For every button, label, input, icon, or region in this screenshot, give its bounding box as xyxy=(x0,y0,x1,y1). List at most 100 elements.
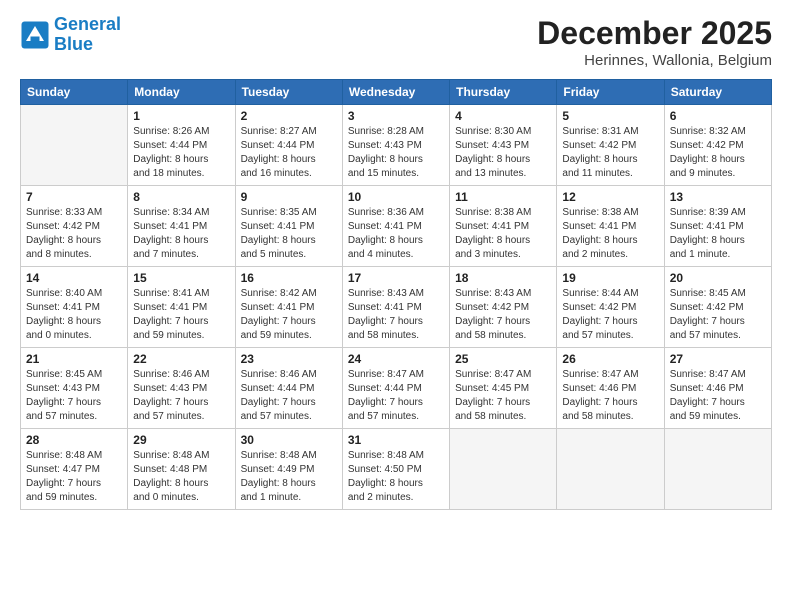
calendar-cell: 12 Sunrise: 8:38 AM Sunset: 4:41 PM Dayli… xyxy=(557,186,664,267)
day-number: 8 xyxy=(133,190,229,204)
day-number: 13 xyxy=(670,190,766,204)
calendar-cell: 7Sunrise: 8:33 AM Sunset: 4:42 PM Daylig… xyxy=(21,186,128,267)
calendar-cell: 29 Sunrise: 8:48 AM Sunset: 4:48 PM Dayli… xyxy=(128,429,235,510)
calendar-cell: 13 Sunrise: 8:39 AM Sunset: 4:41 PM Dayli… xyxy=(664,186,771,267)
calendar-cell: 25Sunrise: 8:47 AM Sunset: 4:45 PM Dayli… xyxy=(450,348,557,429)
day-info: Sunrise: 8:30 AM Sunset: 4:43 PM Dayligh… xyxy=(455,125,551,181)
day-number: 14 xyxy=(26,271,122,285)
day-number: 25 xyxy=(455,352,551,366)
day-info: Sunrise: 8:48 AM Sunset: 4:50 PM Dayligh… xyxy=(348,449,444,505)
logo-icon xyxy=(20,20,50,50)
day-info: Sunrise: 8:32 AM Sunset: 4:42 PM Dayligh… xyxy=(670,125,766,181)
day-number: 16 xyxy=(241,271,337,285)
logo-blue: Blue xyxy=(54,34,93,54)
day-info: Sunrise: 8:48 AM Sunset: 4:48 PM Dayligh… xyxy=(133,449,229,505)
page: General Blue December 2025 Herinnes, Wal… xyxy=(0,0,792,612)
logo-text: General Blue xyxy=(54,15,121,55)
day-number: 4 xyxy=(455,109,551,123)
day-info: Sunrise: 8:39 AM Sunset: 4:41 PM Dayligh… xyxy=(670,206,766,262)
day-number: 3 xyxy=(348,109,444,123)
day-info: Sunrise: 8:40 AM Sunset: 4:41 PM Dayligh… xyxy=(26,287,122,343)
calendar-cell: 16Sunrise: 8:42 AM Sunset: 4:41 PM Dayli… xyxy=(235,267,342,348)
day-number: 15 xyxy=(133,271,229,285)
day-number: 28 xyxy=(26,433,122,447)
calendar-cell: 15 Sunrise: 8:41 AM Sunset: 4:41 PM Dayli… xyxy=(128,267,235,348)
day-info: Sunrise: 8:36 AM Sunset: 4:41 PM Dayligh… xyxy=(348,206,444,262)
day-number: 18 xyxy=(455,271,551,285)
calendar-cell: 23Sunrise: 8:46 AM Sunset: 4:44 PM Dayli… xyxy=(235,348,342,429)
day-info: Sunrise: 8:47 AM Sunset: 4:46 PM Dayligh… xyxy=(670,368,766,424)
day-info: Sunrise: 8:47 AM Sunset: 4:46 PM Dayligh… xyxy=(562,368,658,424)
day-info: Sunrise: 8:48 AM Sunset: 4:49 PM Dayligh… xyxy=(241,449,337,505)
calendar-cell: 26 Sunrise: 8:47 AM Sunset: 4:46 PM Dayli… xyxy=(557,348,664,429)
calendar-cell: 1 Sunrise: 8:26 AM Sunset: 4:44 PM Daylig… xyxy=(128,105,235,186)
day-number: 11 xyxy=(455,190,551,204)
calendar-cell: 5 Sunrise: 8:31 AM Sunset: 4:42 PM Daylig… xyxy=(557,105,664,186)
calendar: SundayMondayTuesdayWednesdayThursdayFrid… xyxy=(20,79,772,510)
calendar-cell: 8Sunrise: 8:34 AM Sunset: 4:41 PM Daylig… xyxy=(128,186,235,267)
calendar-cell: 27 Sunrise: 8:47 AM Sunset: 4:46 PM Dayli… xyxy=(664,348,771,429)
day-number: 30 xyxy=(241,433,337,447)
calendar-week-row: 14 Sunrise: 8:40 AM Sunset: 4:41 PM Dayli… xyxy=(21,267,772,348)
calendar-cell: 18Sunrise: 8:43 AM Sunset: 4:42 PM Dayli… xyxy=(450,267,557,348)
weekday-header: Thursday xyxy=(450,80,557,105)
day-number: 31 xyxy=(348,433,444,447)
calendar-cell: 3 Sunrise: 8:28 AM Sunset: 4:43 PM Daylig… xyxy=(342,105,449,186)
calendar-week-row: 7Sunrise: 8:33 AM Sunset: 4:42 PM Daylig… xyxy=(21,186,772,267)
day-number: 2 xyxy=(241,109,337,123)
day-info: Sunrise: 8:28 AM Sunset: 4:43 PM Dayligh… xyxy=(348,125,444,181)
calendar-cell: 14 Sunrise: 8:40 AM Sunset: 4:41 PM Dayli… xyxy=(21,267,128,348)
calendar-cell: 31 Sunrise: 8:48 AM Sunset: 4:50 PM Dayli… xyxy=(342,429,449,510)
calendar-cell: 10 Sunrise: 8:36 AM Sunset: 4:41 PM Dayli… xyxy=(342,186,449,267)
day-number: 26 xyxy=(562,352,658,366)
weekday-header: Saturday xyxy=(664,80,771,105)
logo-general: General xyxy=(54,14,121,34)
calendar-cell: 24 Sunrise: 8:47 AM Sunset: 4:44 PM Dayli… xyxy=(342,348,449,429)
calendar-cell: 28 Sunrise: 8:48 AM Sunset: 4:47 PM Dayli… xyxy=(21,429,128,510)
calendar-cell xyxy=(557,429,664,510)
day-number: 29 xyxy=(133,433,229,447)
calendar-week-row: 1 Sunrise: 8:26 AM Sunset: 4:44 PM Daylig… xyxy=(21,105,772,186)
day-number: 9 xyxy=(241,190,337,204)
day-number: 10 xyxy=(348,190,444,204)
calendar-cell: 19Sunrise: 8:44 AM Sunset: 4:42 PM Dayli… xyxy=(557,267,664,348)
day-info: Sunrise: 8:41 AM Sunset: 4:41 PM Dayligh… xyxy=(133,287,229,343)
day-info: Sunrise: 8:31 AM Sunset: 4:42 PM Dayligh… xyxy=(562,125,658,181)
day-info: Sunrise: 8:26 AM Sunset: 4:44 PM Dayligh… xyxy=(133,125,229,181)
day-info: Sunrise: 8:46 AM Sunset: 4:43 PM Dayligh… xyxy=(133,368,229,424)
day-info: Sunrise: 8:44 AM Sunset: 4:42 PM Dayligh… xyxy=(562,287,658,343)
day-number: 12 xyxy=(562,190,658,204)
calendar-cell: 30 Sunrise: 8:48 AM Sunset: 4:49 PM Dayli… xyxy=(235,429,342,510)
calendar-cell xyxy=(21,105,128,186)
calendar-cell: 20Sunrise: 8:45 AM Sunset: 4:42 PM Dayli… xyxy=(664,267,771,348)
day-number: 20 xyxy=(670,271,766,285)
header: General Blue December 2025 Herinnes, Wal… xyxy=(20,15,772,69)
calendar-cell: 6Sunrise: 8:32 AM Sunset: 4:42 PM Daylig… xyxy=(664,105,771,186)
day-info: Sunrise: 8:47 AM Sunset: 4:44 PM Dayligh… xyxy=(348,368,444,424)
calendar-cell: 17 Sunrise: 8:43 AM Sunset: 4:41 PM Dayli… xyxy=(342,267,449,348)
weekday-header: Monday xyxy=(128,80,235,105)
month-title: December 2025 xyxy=(537,15,772,52)
day-number: 5 xyxy=(562,109,658,123)
title-block: December 2025 Herinnes, Wallonia, Belgiu… xyxy=(537,15,772,69)
day-info: Sunrise: 8:43 AM Sunset: 4:41 PM Dayligh… xyxy=(348,287,444,343)
logo: General Blue xyxy=(20,15,121,55)
weekday-header: Sunday xyxy=(21,80,128,105)
day-number: 27 xyxy=(670,352,766,366)
day-number: 24 xyxy=(348,352,444,366)
calendar-cell: 22Sunrise: 8:46 AM Sunset: 4:43 PM Dayli… xyxy=(128,348,235,429)
day-info: Sunrise: 8:38 AM Sunset: 4:41 PM Dayligh… xyxy=(562,206,658,262)
day-info: Sunrise: 8:35 AM Sunset: 4:41 PM Dayligh… xyxy=(241,206,337,262)
calendar-cell: 21Sunrise: 8:45 AM Sunset: 4:43 PM Dayli… xyxy=(21,348,128,429)
weekday-header: Friday xyxy=(557,80,664,105)
calendar-cell xyxy=(450,429,557,510)
weekday-header: Tuesday xyxy=(235,80,342,105)
day-info: Sunrise: 8:38 AM Sunset: 4:41 PM Dayligh… xyxy=(455,206,551,262)
calendar-week-row: 28 Sunrise: 8:48 AM Sunset: 4:47 PM Dayli… xyxy=(21,429,772,510)
calendar-cell: 4 Sunrise: 8:30 AM Sunset: 4:43 PM Daylig… xyxy=(450,105,557,186)
weekday-header-row: SundayMondayTuesdayWednesdayThursdayFrid… xyxy=(21,80,772,105)
calendar-cell: 11 Sunrise: 8:38 AM Sunset: 4:41 PM Dayli… xyxy=(450,186,557,267)
day-info: Sunrise: 8:48 AM Sunset: 4:47 PM Dayligh… xyxy=(26,449,122,505)
day-number: 17 xyxy=(348,271,444,285)
day-number: 1 xyxy=(133,109,229,123)
